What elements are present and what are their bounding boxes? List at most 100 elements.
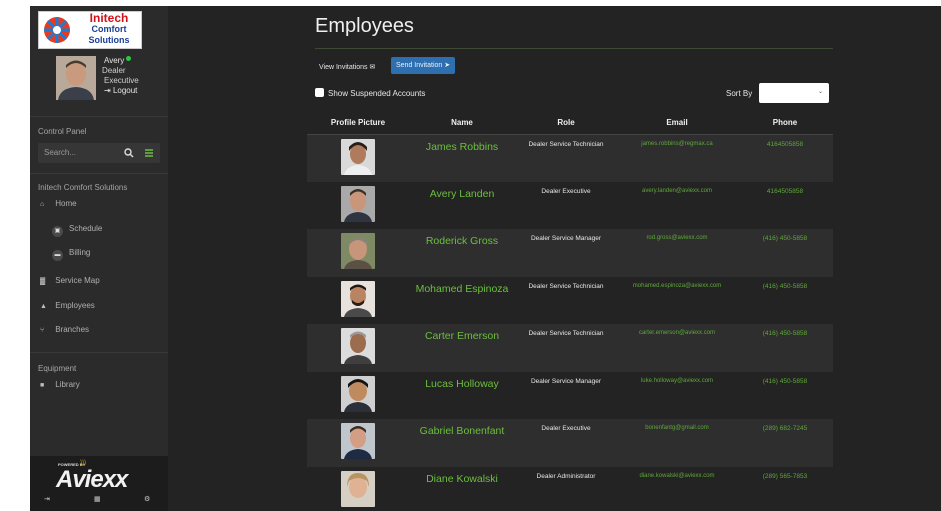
employee-role: Dealer Administrator <box>515 466 617 511</box>
sidebar: Initech Comfort Solutions Avery Dealer E… <box>30 6 168 511</box>
employee-name[interactable]: Lucas Holloway <box>409 371 515 419</box>
gear-icon[interactable]: ⚙ <box>144 495 150 503</box>
employee-role: Dealer Service Technician <box>515 324 617 372</box>
employee-name[interactable]: Roderick Gross <box>409 229 515 277</box>
control-panel-heading: Control Panel <box>38 127 87 136</box>
avatar[interactable] <box>56 56 96 100</box>
avatar[interactable] <box>341 328 375 364</box>
map-icon: ▓ <box>40 278 46 285</box>
grid-icon[interactable]: ▦ <box>94 495 101 503</box>
column-header-phone[interactable]: Phone <box>737 112 833 135</box>
sidebar-item-schedule[interactable]: ▣ Schedule <box>52 222 102 237</box>
column-header-role[interactable]: Role <box>515 112 617 135</box>
checkbox-box[interactable] <box>315 88 324 97</box>
employee-phone[interactable]: (416) 450-5858 <box>737 229 833 277</box>
employee-phone[interactable]: (289) 682-7245 <box>737 419 833 467</box>
employee-name[interactable]: Gabriel Bonenfant <box>409 419 515 467</box>
column-header-email[interactable]: Email <box>617 112 737 135</box>
page-title: Employees <box>315 15 414 37</box>
column-header-profile-picture[interactable]: Profile Picture <box>307 112 409 135</box>
employee-email[interactable]: mohamed.espinoza@aviexx.com <box>617 276 737 324</box>
avatar[interactable] <box>341 423 375 459</box>
company-logo[interactable]: Initech Comfort Solutions <box>38 11 142 49</box>
calendar-icon: ▣ <box>52 226 63 237</box>
sidebar-item-label: Employees <box>55 301 95 310</box>
snowflake-sun-icon <box>44 17 70 43</box>
table-row[interactable]: Gabriel Bonenfant Dealer Executive bonen… <box>307 419 833 467</box>
sidebar-item-label: Library <box>55 380 80 389</box>
employee-phone[interactable]: (416) 450-5858 <box>737 324 833 372</box>
avatar[interactable] <box>341 185 375 222</box>
avatar[interactable] <box>341 470 375 507</box>
employee-email[interactable]: luke.holloway@aviexx.com <box>617 371 737 419</box>
employee-name[interactable]: Carter Emerson <box>409 324 515 372</box>
user-info: Avery Dealer Executive ⇥ Logout <box>102 56 139 96</box>
profile-picture-cell <box>307 181 409 229</box>
employee-phone[interactable]: 4164505858 <box>737 181 833 229</box>
platform-logo: Aviexx <box>56 466 128 493</box>
table-row[interactable]: Carter Emerson Dealer Service Technician… <box>307 324 833 372</box>
divider <box>30 173 168 174</box>
employee-phone[interactable]: (289) 565-7853 <box>737 466 833 511</box>
employee-phone[interactable]: (416) 450-5858 <box>737 371 833 419</box>
table-header-row: Profile Picture Name Role Email Phone <box>307 112 833 135</box>
avatar[interactable] <box>341 280 375 317</box>
chevron-down-icon: ⌄ <box>817 89 823 95</box>
table-row[interactable]: Roderick Gross Dealer Service Manager ro… <box>307 229 833 277</box>
employee-role: Dealer Executive <box>515 181 617 229</box>
profile-picture-cell <box>307 229 409 277</box>
table-row[interactable]: Mohamed Espinoza Dealer Service Technici… <box>307 276 833 324</box>
view-invitations-label: View Invitations <box>319 64 368 71</box>
app-window: Initech Comfort Solutions Avery Dealer E… <box>30 6 941 511</box>
employee-role: Dealer Executive <box>515 419 617 467</box>
branch-icon: ⑂ <box>40 327 45 334</box>
sidebar-search-input[interactable]: Search... <box>38 143 160 163</box>
employee-email[interactable]: carter.emerson@aviexx.com <box>617 324 737 372</box>
sidebar-footer: ⇥ ▦ ⚙ <box>30 495 168 509</box>
search-icon[interactable] <box>124 148 134 158</box>
employee-email[interactable]: diane.kowalski@aviexx.com <box>617 466 737 511</box>
show-suspended-label: Show Suspended Accounts <box>328 89 426 98</box>
sidebar-item-branches[interactable]: ⑂ Branches <box>40 323 89 337</box>
sidebar-item-library[interactable]: ■ Library <box>40 378 80 392</box>
sidebar-item-label: Branches <box>55 325 90 334</box>
sidebar-item-label: Home <box>55 199 77 208</box>
employee-phone[interactable]: (416) 450-5858 <box>737 276 833 324</box>
online-status-icon <box>126 56 132 61</box>
avatar[interactable] <box>341 233 375 269</box>
employees-table: Profile Picture Name Role Email Phone Ja… <box>307 112 833 511</box>
view-invitations-button[interactable]: View Invitations ✉ <box>315 59 379 76</box>
employee-name[interactable]: Diane Kowalski <box>409 466 515 511</box>
employee-email[interactable]: bonenfantg@gmail.com <box>617 419 737 467</box>
divider <box>30 116 168 117</box>
send-invitation-button[interactable]: Send Invitation ➤ <box>391 57 456 74</box>
list-icon[interactable] <box>144 148 154 158</box>
employee-name[interactable]: Mohamed Espinoza <box>409 276 515 324</box>
employee-phone[interactable]: 4164505858 <box>737 134 833 182</box>
logout-link[interactable]: ⇥ Logout <box>104 86 139 96</box>
table-row[interactable]: Lucas Holloway Dealer Service Manager lu… <box>307 371 833 419</box>
profile-picture-cell <box>307 371 409 419</box>
home-icon: ⌂ <box>40 201 45 208</box>
sort-by-select[interactable]: ⌄ <box>759 83 829 103</box>
sort-by-label: Sort By <box>726 89 753 98</box>
avatar[interactable] <box>341 138 375 175</box>
table-row[interactable]: Diane Kowalski Dealer Administrator dian… <box>307 466 833 511</box>
column-header-name[interactable]: Name <box>409 112 515 135</box>
employee-email[interactable]: rod.gross@aviexx.com <box>617 229 737 277</box>
sidebar-item-home[interactable]: ⌂ Home <box>40 197 77 211</box>
show-suspended-checkbox[interactable]: Show Suspended Accounts <box>315 88 425 98</box>
employee-name[interactable]: Avery Landen <box>409 181 515 229</box>
table-row[interactable]: Avery Landen Dealer Executive avery.land… <box>307 181 833 229</box>
sidebar-item-employees[interactable]: ▲ Employees <box>40 299 95 313</box>
company-section-heading: Initech Comfort Solutions <box>38 183 128 192</box>
sidebar-item-service-map[interactable]: ▓ Service Map <box>40 274 100 288</box>
employee-email[interactable]: avery.landen@aviexx.com <box>617 181 737 229</box>
sidebar-item-billing[interactable]: ▬ Billing <box>52 246 90 261</box>
paper-plane-icon: ➤ <box>444 62 451 69</box>
table-row[interactable]: James Robbins Dealer Service Technician … <box>307 134 833 182</box>
employee-name[interactable]: James Robbins <box>409 134 515 182</box>
employee-email[interactable]: james.robbins@regmax.ca <box>617 134 737 182</box>
logout-icon[interactable]: ⇥ <box>44 495 50 503</box>
avatar[interactable] <box>341 375 375 412</box>
